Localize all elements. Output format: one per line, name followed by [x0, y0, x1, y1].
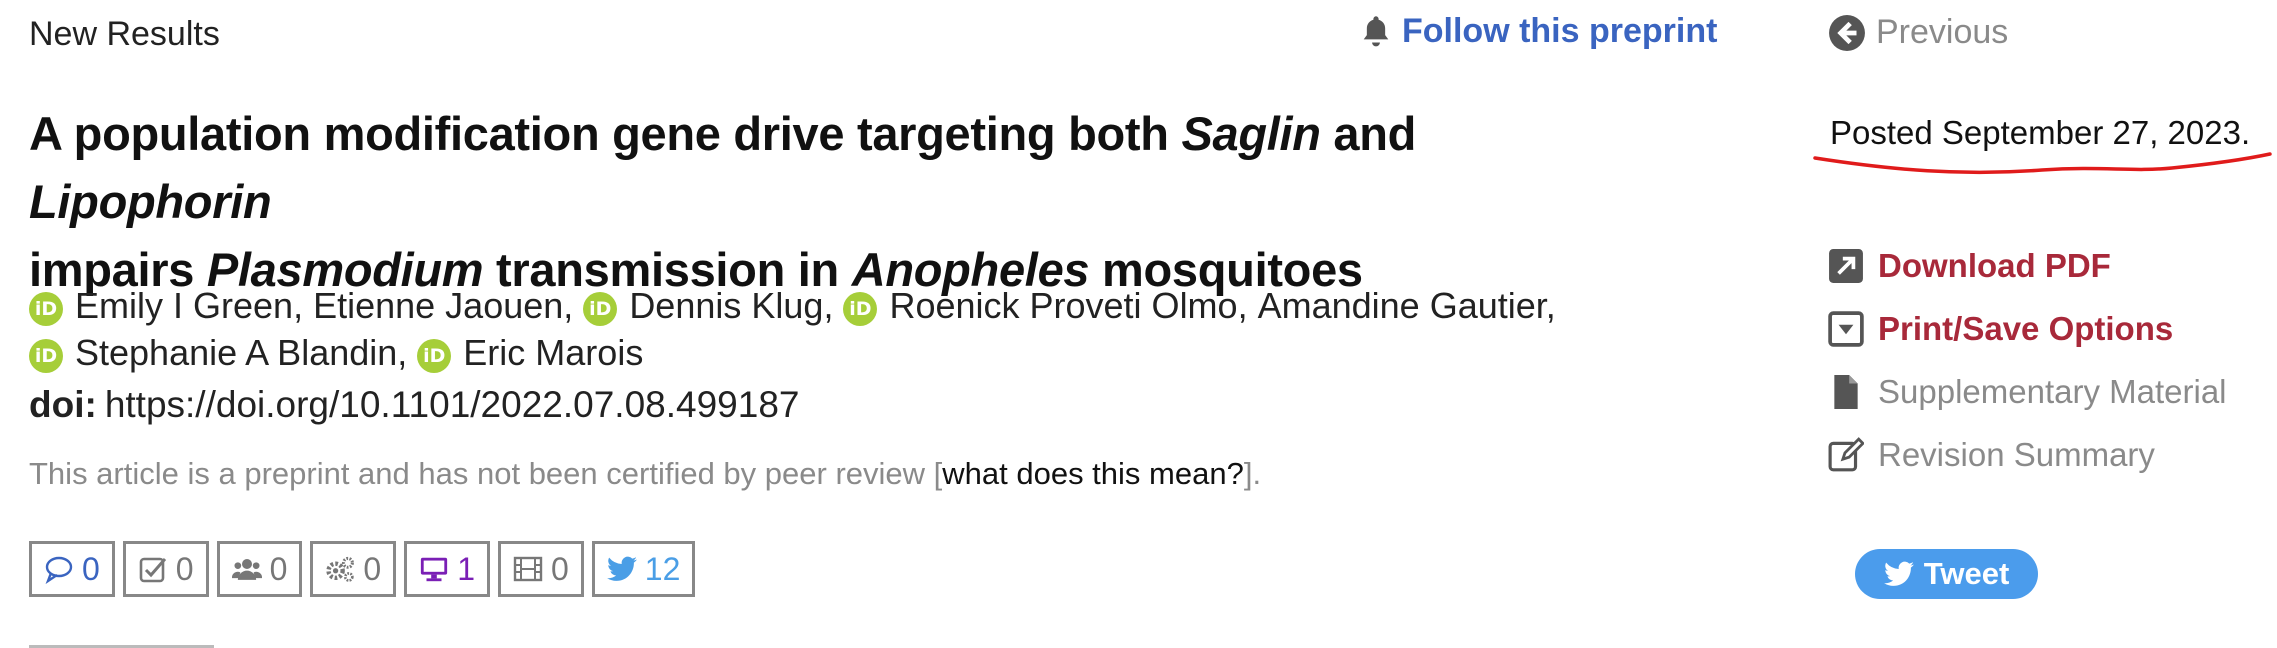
gears-icon	[326, 556, 355, 582]
author[interactable]: iD Emily I Green,	[29, 285, 313, 326]
author-name[interactable]: Emily I Green	[75, 285, 293, 326]
community-metric[interactable]: 0	[216, 541, 303, 597]
author[interactable]: Etienne Jaouen,	[313, 285, 583, 326]
comments-metric[interactable]: 0	[29, 541, 115, 597]
protocols-count: 0	[363, 550, 382, 587]
film-icon	[513, 556, 543, 582]
orcid-icon[interactable]: iD	[583, 292, 618, 326]
author-separator: ,	[1545, 285, 1556, 326]
edit-icon	[1828, 436, 1864, 471]
preprint-disclaimer: This article is a preprint and has not b…	[29, 456, 1261, 492]
supplementary-material-link[interactable]: Supplementary Material	[1828, 360, 2227, 423]
orcid-icon[interactable]: iD	[29, 339, 63, 373]
protocols-metric[interactable]: 0	[310, 541, 397, 597]
author-separator: ,	[563, 285, 584, 326]
doi-label: doi:	[29, 384, 97, 425]
author-separator: ,	[823, 285, 844, 326]
previous-link[interactable]: Previous	[1828, 13, 2008, 52]
revision-summary-label[interactable]: Revision Summary	[1878, 436, 2155, 474]
caret-down-square-icon	[1828, 310, 1864, 347]
doi-link[interactable]: https://doi.org/10.1101/2022.07.08.49918…	[105, 384, 800, 425]
comment-icon	[45, 556, 73, 584]
author-list: iD Emily I Green, Etienne Jaouen, iD Denni…	[29, 282, 1669, 376]
author[interactable]: iD Stephanie A Blandin,	[29, 332, 417, 373]
author-name[interactable]: Stephanie A Blandin	[75, 332, 397, 373]
author-name[interactable]: Roenick Proveti Olmo	[889, 285, 1237, 326]
title-italic: Saglin	[1181, 107, 1321, 160]
orcid-icon[interactable]: iD	[843, 292, 878, 326]
author[interactable]: Amandine Gautier,	[1258, 285, 1556, 326]
metrics-bar: 0 0 0 0 1 0 12	[29, 541, 696, 597]
videos-count: 0	[550, 550, 569, 587]
author[interactable]: iD Roenick Proveti Olmo,	[843, 285, 1257, 326]
twitter-bird-icon	[1883, 561, 1914, 586]
community-count: 0	[269, 550, 288, 587]
comments-count: 0	[82, 550, 100, 587]
bell-icon	[1363, 15, 1389, 46]
tweets-metric[interactable]: 12	[591, 541, 696, 597]
article-title: A population modification gene drive tar…	[29, 100, 1669, 304]
file-icon	[1834, 374, 1858, 409]
print-save-options-label[interactable]: Print/Save Options	[1878, 310, 2173, 348]
doi-line: doi: https://doi.org/10.1101/2022.07.08.4…	[29, 384, 799, 426]
author[interactable]: iD Dennis Klug,	[583, 285, 843, 326]
author[interactable]: iD Eric Marois	[417, 332, 643, 373]
tweets-count: 12	[644, 550, 681, 587]
check-square-icon	[139, 557, 166, 583]
reviews-count: 0	[175, 550, 194, 587]
presentations-metric[interactable]: 1	[404, 541, 490, 597]
previous-label[interactable]: Previous	[1876, 13, 2008, 52]
follow-label[interactable]: Follow this preprint	[1402, 12, 1717, 51]
author-name[interactable]: Eric Marois	[463, 332, 643, 373]
section-label: New Results	[29, 15, 220, 53]
disclaimer-text: This article is a preprint and has not b…	[29, 456, 943, 491]
users-icon	[231, 559, 262, 580]
print-save-options-link[interactable]: Print/Save Options	[1828, 297, 2227, 360]
red-underline-annotation	[1813, 152, 2272, 175]
author-name[interactable]: Dennis Klug	[629, 285, 823, 326]
author-name[interactable]: Etienne Jaouen	[313, 285, 563, 326]
orcid-icon[interactable]: iD	[29, 292, 63, 326]
monitor-icon	[421, 557, 448, 582]
download-pdf-link[interactable]: Download PDF	[1828, 234, 2227, 297]
reviews-metric[interactable]: 0	[122, 541, 209, 597]
orcid-icon[interactable]: iD	[417, 339, 452, 373]
videos-metric[interactable]: 0	[497, 541, 584, 597]
follow-preprint-link[interactable]: Follow this preprint	[1360, 12, 1717, 51]
arrow-circle-left-icon	[1829, 14, 1865, 51]
title-part: A population modification gene drive tar…	[29, 107, 1182, 160]
posted-date: Posted September 27, 2023.	[1830, 114, 2251, 151]
external-link-icon	[1829, 248, 1863, 283]
presentations-count: 1	[457, 550, 475, 587]
author-separator: ,	[397, 332, 418, 373]
twitter-bird-icon	[606, 556, 637, 581]
title-italic: Lipophorin	[29, 175, 272, 228]
download-pdf-label[interactable]: Download PDF	[1878, 247, 2111, 285]
tweet-button[interactable]: Tweet	[1855, 549, 2038, 599]
author-separator: ,	[1237, 285, 1258, 326]
disclaimer-end: ].	[1243, 456, 1262, 491]
tweet-label[interactable]: Tweet	[1924, 556, 2010, 592]
author-separator: ,	[293, 285, 314, 326]
revision-summary-link[interactable]: Revision Summary	[1828, 423, 2227, 486]
title-part: and	[1320, 107, 1417, 160]
article-actions: Download PDF Print/Save Options Suppleme…	[1828, 234, 2227, 486]
what-does-this-mean-link[interactable]: what does this mean?	[942, 456, 1244, 491]
author-name[interactable]: Amandine Gautier	[1258, 285, 1546, 326]
supplementary-material-label[interactable]: Supplementary Material	[1878, 373, 2227, 411]
